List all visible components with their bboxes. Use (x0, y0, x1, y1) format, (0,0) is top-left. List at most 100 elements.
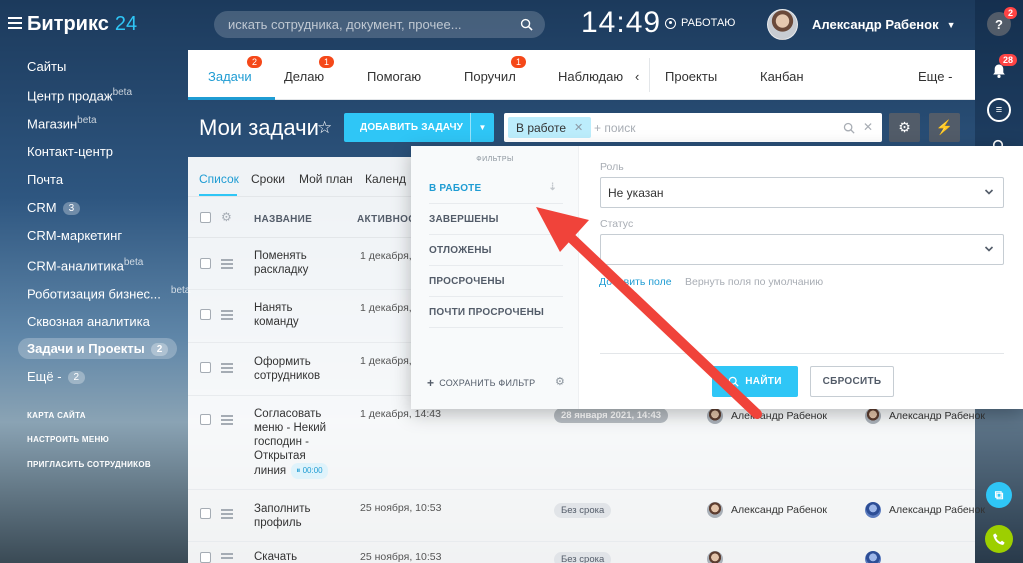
menu-icon[interactable] (8, 17, 22, 29)
preset-overdue[interactable]: ПРОСРОЧЕНЫ (429, 266, 563, 297)
view-tab-calendar[interactable]: Календ (365, 172, 406, 186)
call-button[interactable] (985, 525, 1013, 553)
settings-button[interactable]: ⚙ (889, 113, 920, 142)
drag-handle-icon[interactable] (221, 363, 233, 375)
open-line-button[interactable]: ⧉ (986, 482, 1012, 508)
view-tab-list[interactable]: Список (199, 172, 239, 186)
task-title[interactable]: Нанять команду (254, 301, 340, 329)
table-row[interactable]: Согласовать меню - Некий господин - Откр… (188, 396, 985, 490)
restore-fields-link[interactable]: Вернуть поля по умолчанию (685, 276, 823, 288)
tab-kanban[interactable]: Канбан (760, 69, 804, 84)
sidebar-item-sales-center[interactable]: Центр продажbeta (27, 87, 132, 103)
chat-button[interactable]: ≡ (987, 98, 1011, 122)
responsible-person[interactable] (707, 551, 723, 563)
sidebar-item-sites[interactable]: Сайты (27, 59, 66, 74)
deadline-badge[interactable]: 28 января 2021, 14:43 (554, 408, 669, 423)
gear-icon[interactable]: ⚙ (555, 375, 565, 388)
filter-search-input[interactable] (594, 118, 814, 137)
deadline-badge[interactable]: Без срока (554, 552, 612, 563)
pin-icon[interactable]: ⇣ (548, 182, 557, 193)
role-select[interactable]: Не указан (600, 177, 1004, 208)
deadline-badge[interactable]: Без срока (554, 503, 612, 518)
tab-more[interactable]: Еще - (918, 69, 952, 84)
work-status-label: РАБОТАЮ (681, 17, 736, 29)
sidebar-item-mail[interactable]: Почта (27, 172, 63, 187)
star-icon[interactable]: ☆ (317, 118, 332, 138)
table-row[interactable]: Заполнить профиль 25 ноября, 10:53 Без с… (188, 490, 985, 542)
responsible-person[interactable]: Александр Рабенок (707, 502, 827, 518)
clock[interactable]: 14:49 (581, 6, 661, 40)
drag-handle-icon[interactable] (221, 553, 233, 561)
row-checkbox[interactable] (200, 309, 211, 320)
sidebar-item-more[interactable]: Ещё - 2 (27, 369, 86, 384)
creator-person[interactable] (865, 551, 881, 563)
tabs-scroll-left[interactable]: ‹ (635, 69, 639, 84)
sidebar-item-label: CRM-аналитика (27, 258, 124, 274)
add-task-button[interactable]: ДОБАВИТЬ ЗАДАЧУ ▼ (344, 113, 494, 142)
find-button[interactable]: НАЙТИ (712, 366, 798, 397)
add-field-link[interactable]: Добавить поле (599, 276, 672, 288)
search-icon[interactable] (843, 122, 855, 134)
sidebar-item-shop[interactable]: Магазинbeta (27, 115, 97, 131)
task-title[interactable]: Согласовать меню - Некий господин - Откр… (254, 407, 340, 479)
sidebar-item-analytics[interactable]: Сквозная аналитика (27, 314, 150, 329)
sitemap-link[interactable]: КАРТА САЙТА (27, 411, 86, 420)
drag-handle-icon[interactable] (221, 310, 233, 322)
tab-helping[interactable]: Помогаю (367, 69, 421, 84)
save-filter-button[interactable]: + СОХРАНИТЬ ФИЛЬТР (427, 376, 535, 390)
tab-assigned[interactable]: Поручил (464, 69, 516, 84)
sidebar-item-crm[interactable]: CRM 3 (27, 200, 81, 215)
work-status[interactable]: РАБОТАЮ (665, 17, 735, 29)
task-title[interactable]: Скачать (254, 550, 340, 563)
preset-almost-overdue[interactable]: ПОЧТИ ПРОСРОЧЕНЫ (429, 297, 563, 328)
user-menu[interactable]: Александр Рабенок ▼ (767, 9, 956, 40)
add-task-dropdown[interactable]: ▼ (470, 113, 494, 142)
creator-person[interactable]: Александр Рабенок (865, 408, 985, 424)
preset-in-progress[interactable]: В РАБОТЕ ⇣ (429, 173, 563, 204)
help-button[interactable]: ? 2 (987, 7, 1017, 36)
tab-projects[interactable]: Проекты (665, 69, 717, 84)
preset-deferred[interactable]: ОТЛОЖЕНЫ (429, 235, 563, 266)
gear-icon[interactable]: ⚙ (221, 210, 232, 224)
task-title[interactable]: Поменять раскладку (254, 249, 340, 277)
row-checkbox[interactable] (200, 362, 211, 373)
row-checkbox[interactable] (200, 258, 211, 269)
task-title[interactable]: Заполнить профиль (254, 502, 340, 530)
filter-chip[interactable]: В работе ✕ (508, 117, 592, 138)
sidebar-item-contact-center[interactable]: Контакт-центр (27, 144, 113, 159)
sidebar-item-tasks[interactable]: Задачи и Проекты 2 (18, 338, 178, 359)
row-checkbox[interactable] (200, 508, 211, 519)
timer-badge[interactable]: ⏸ 00:00 (291, 463, 328, 479)
invite-users-link[interactable]: ПРИГЛАСИТЬ СОТРУДНИКОВ (27, 460, 151, 469)
sidebar-item-automation[interactable]: Роботизация бизнес... beta (27, 285, 190, 301)
tab-watching[interactable]: Наблюдаю (558, 69, 623, 84)
search-input[interactable] (228, 11, 518, 38)
close-icon[interactable]: ✕ (574, 121, 583, 134)
row-checkbox[interactable] (200, 552, 211, 563)
column-header-name[interactable]: НАЗВАНИЕ (254, 214, 312, 225)
robots-button[interactable]: ⚡ (929, 113, 960, 142)
preset-completed[interactable]: ЗАВЕРШЕНЫ (429, 204, 563, 235)
clear-filter-icon[interactable]: ✕ (863, 120, 873, 134)
task-title[interactable]: Оформить сотрудников (254, 355, 340, 383)
row-checkbox[interactable] (200, 414, 211, 425)
notifications-button[interactable]: 28 (987, 54, 1017, 83)
drag-handle-icon[interactable] (221, 415, 233, 427)
sidebar-item-crm-marketing[interactable]: CRM-маркетинг (27, 228, 122, 243)
sidebar-item-crm-analytics[interactable]: CRM-аналитикаbeta (27, 257, 143, 273)
reset-button[interactable]: СБРОСИТЬ (810, 366, 894, 397)
view-tab-deadlines[interactable]: Сроки (251, 172, 285, 186)
logo[interactable]: Битрикс 24 (27, 13, 137, 36)
view-tab-plan[interactable]: Мой план (299, 172, 353, 186)
drag-handle-icon[interactable] (221, 509, 233, 521)
tab-doing[interactable]: Делаю (284, 69, 324, 84)
responsible-person[interactable]: Александр Рабенок (707, 408, 827, 424)
configure-menu-link[interactable]: НАСТРОИТЬ МЕНЮ (27, 435, 109, 444)
table-row[interactable]: Скачать 25 ноября, 10:53 Без срока (188, 542, 975, 563)
tab-tasks[interactable]: Задачи (208, 69, 252, 84)
status-select[interactable] (600, 234, 1004, 265)
select-all-checkbox[interactable] (200, 212, 211, 223)
drag-handle-icon[interactable] (221, 259, 233, 271)
search-icon[interactable] (520, 18, 533, 31)
creator-person[interactable]: Александр Рабенок (865, 502, 985, 518)
